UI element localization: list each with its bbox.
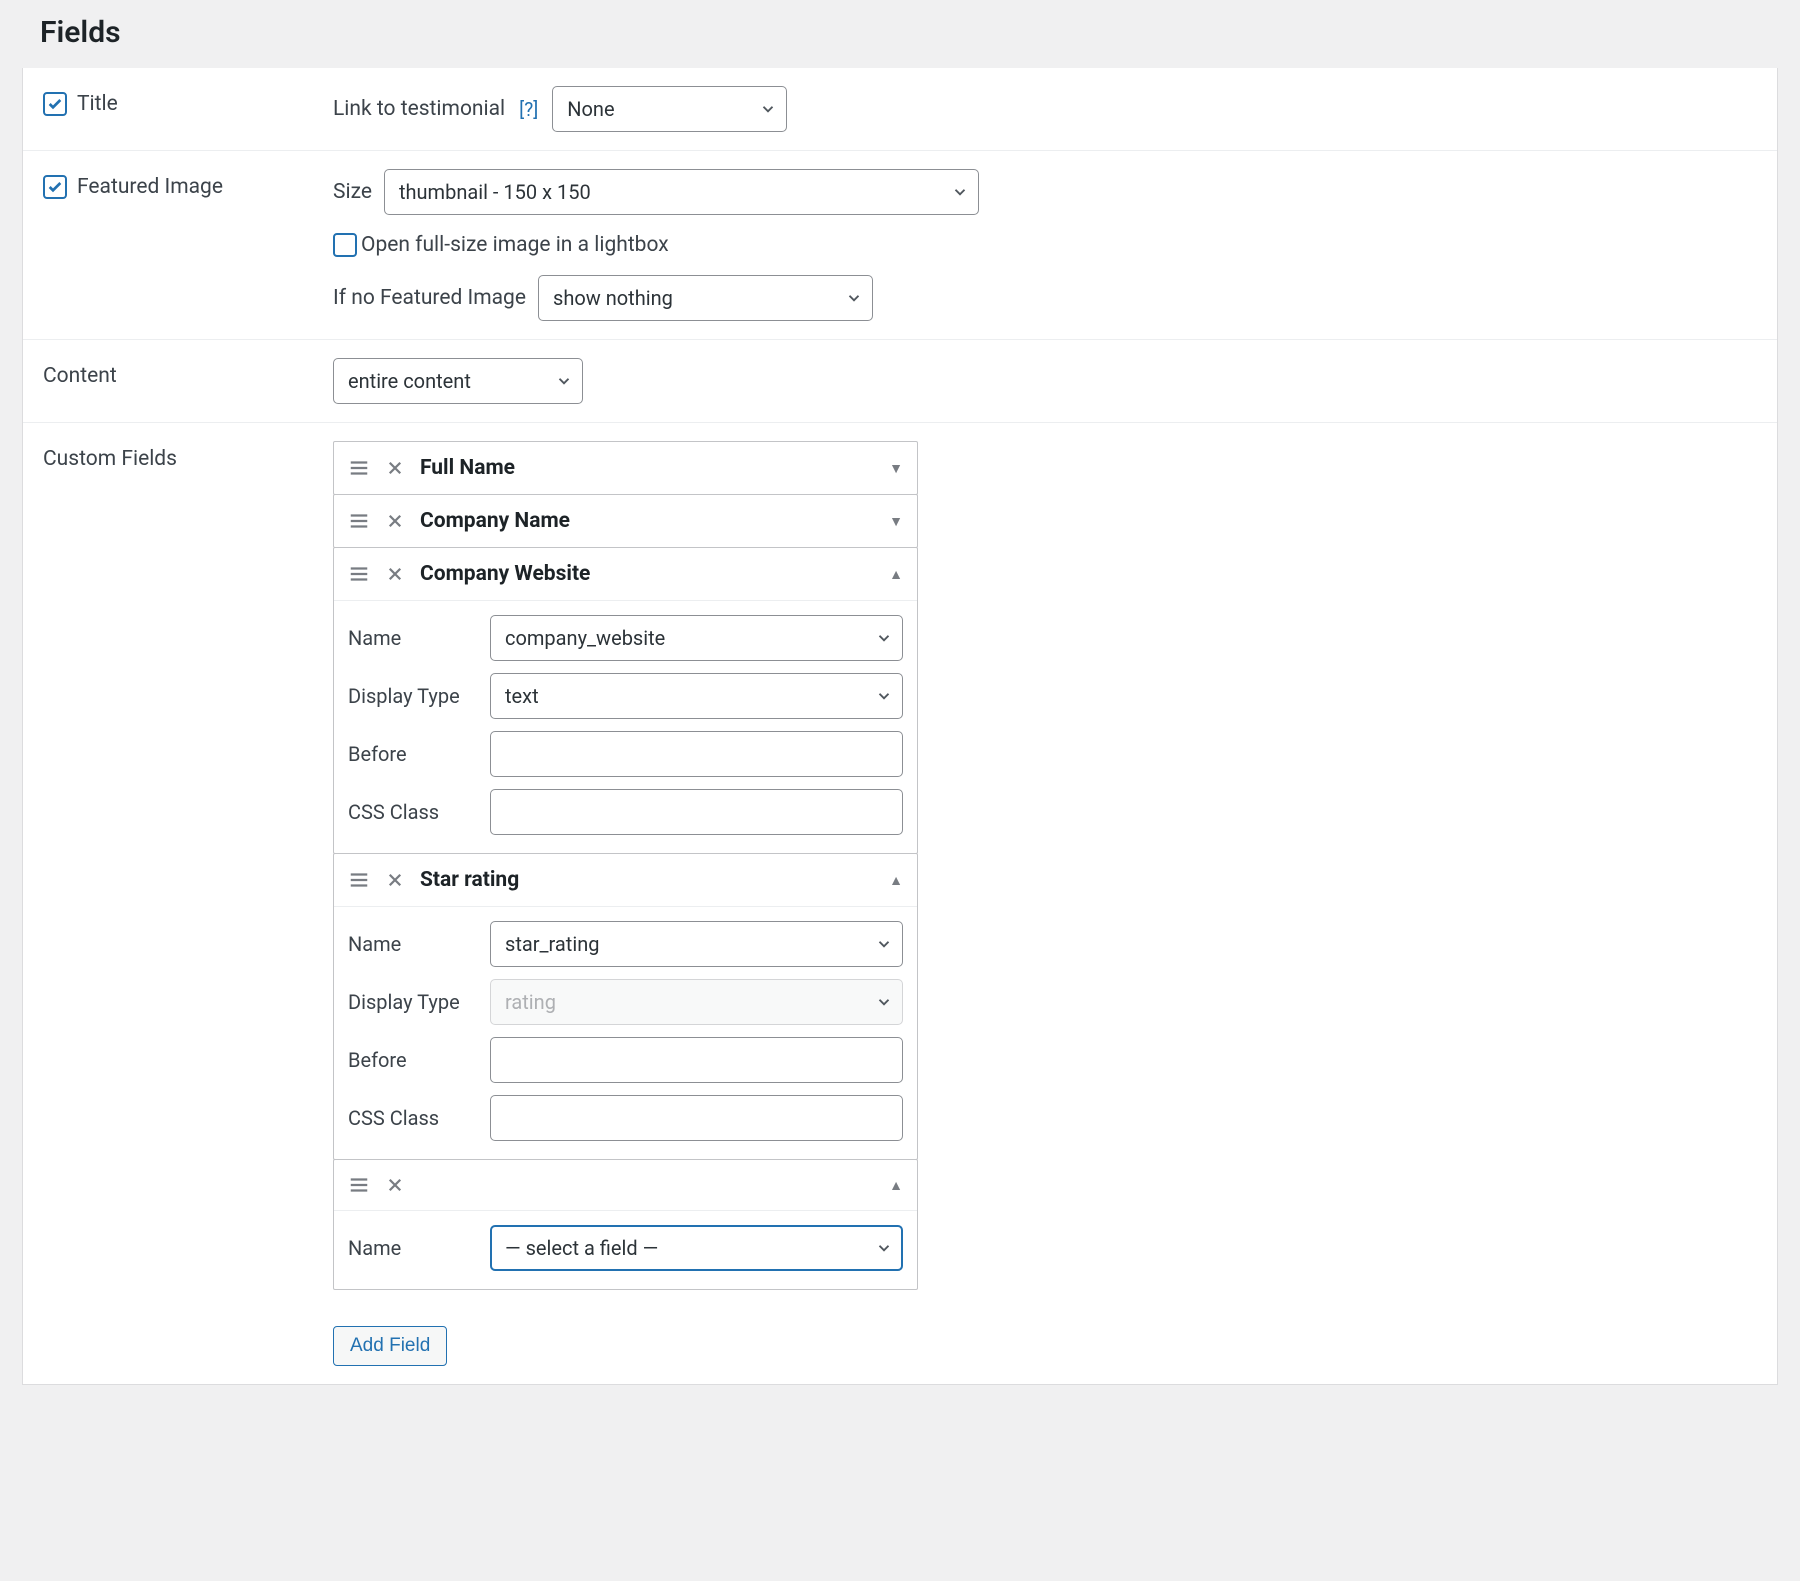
field-name-select[interactable]: star_rating xyxy=(490,921,903,967)
field-name-label: Name xyxy=(348,1236,478,1260)
close-icon xyxy=(386,565,404,583)
help-link[interactable]: [?] xyxy=(517,98,540,121)
collapse-icon[interactable]: ▲ xyxy=(889,1177,903,1194)
close-icon xyxy=(386,1176,404,1194)
close-icon xyxy=(386,871,404,889)
custom-field-title: Star rating xyxy=(420,868,873,892)
content-label: Content xyxy=(43,364,117,388)
drag-handle-icon xyxy=(348,1174,370,1196)
check-icon xyxy=(47,96,63,112)
remove-field-button[interactable] xyxy=(386,565,404,583)
add-field-button[interactable]: Add Field xyxy=(333,1326,447,1366)
css-class-input[interactable] xyxy=(490,1095,903,1141)
drag-handle-icon xyxy=(348,457,370,479)
custom-field-item: Company Name ▼ xyxy=(333,494,918,548)
custom-field-header[interactable]: Company Website ▲ xyxy=(334,548,917,601)
display-type-label: Display Type xyxy=(348,990,478,1014)
featured-image-label: Featured Image xyxy=(77,175,223,199)
fallback-label: If no Featured Image xyxy=(333,286,526,310)
css-class-label: CSS Class xyxy=(348,1106,478,1130)
remove-field-button[interactable] xyxy=(386,871,404,889)
custom-field-header[interactable]: ▲ xyxy=(334,1160,917,1211)
field-name-label: Name xyxy=(348,932,478,956)
custom-fields-list: Full Name ▼ Company Name ▼ Company Website ▲ N… xyxy=(333,441,918,1290)
custom-field-title: Full Name xyxy=(420,456,873,480)
css-class-label: CSS Class xyxy=(348,800,478,824)
size-label: Size xyxy=(333,180,372,204)
row-featured-image: Featured Image Size thumbnail - 150 x 15… xyxy=(23,151,1777,340)
title-label: Title xyxy=(77,92,118,116)
drag-handle[interactable] xyxy=(348,869,370,891)
featured-image-checkbox[interactable] xyxy=(43,175,67,199)
drag-handle[interactable] xyxy=(348,510,370,532)
close-icon xyxy=(386,459,404,477)
custom-fields-label: Custom Fields xyxy=(43,447,177,471)
link-to-testimonial-label: Link to testimonial xyxy=(333,97,505,121)
custom-field-title: Company Website xyxy=(420,562,873,586)
section-title: Fields xyxy=(40,15,1778,50)
title-checkbox[interactable] xyxy=(43,92,67,116)
drag-handle[interactable] xyxy=(348,563,370,585)
drag-handle[interactable] xyxy=(348,1174,370,1196)
custom-field-item: ▲ Name — select a field — xyxy=(333,1159,918,1290)
custom-field-body: Name company_website Display Type text Befor… xyxy=(334,601,917,853)
row-title: Title Link to testimonial [?] None xyxy=(23,68,1777,151)
collapse-icon[interactable]: ▲ xyxy=(889,872,903,889)
field-name-select[interactable]: company_website xyxy=(490,615,903,661)
content-select[interactable]: entire content xyxy=(333,358,583,404)
custom-field-header[interactable]: Star rating ▲ xyxy=(334,854,917,907)
row-content: Content entire content xyxy=(23,340,1777,423)
custom-field-header[interactable]: Full Name ▼ xyxy=(334,442,917,494)
collapse-icon[interactable]: ▲ xyxy=(889,566,903,583)
field-name-label: Name xyxy=(348,626,478,650)
custom-field-body: Name — select a field — xyxy=(334,1211,917,1289)
custom-field-header[interactable]: Company Name ▼ xyxy=(334,495,917,547)
remove-field-button[interactable] xyxy=(386,1176,404,1194)
drag-handle[interactable] xyxy=(348,457,370,479)
display-type-select[interactable]: text xyxy=(490,673,903,719)
drag-handle-icon xyxy=(348,869,370,891)
drag-handle-icon xyxy=(348,563,370,585)
remove-field-button[interactable] xyxy=(386,459,404,477)
css-class-input[interactable] xyxy=(490,789,903,835)
before-label: Before xyxy=(348,742,478,766)
display-type-label: Display Type xyxy=(348,684,478,708)
expand-icon[interactable]: ▼ xyxy=(889,460,903,477)
fallback-select[interactable]: show nothing xyxy=(538,275,873,321)
fields-panel: Title Link to testimonial [?] None Featu… xyxy=(22,68,1778,1385)
before-input[interactable] xyxy=(490,1037,903,1083)
lightbox-label: Open full-size image in a lightbox xyxy=(361,233,669,257)
before-label: Before xyxy=(348,1048,478,1072)
drag-handle-icon xyxy=(348,510,370,532)
custom-field-item: Company Website ▲ Name company_website Displ… xyxy=(333,547,918,854)
size-select[interactable]: thumbnail - 150 x 150 xyxy=(384,169,979,215)
row-custom-fields: Custom Fields Full Name▼Company Name▼Com… xyxy=(23,423,1777,1384)
before-input[interactable] xyxy=(490,731,903,777)
custom-field-item: Full Name ▼ xyxy=(333,441,918,495)
check-icon xyxy=(47,179,63,195)
link-to-testimonial-select[interactable]: None xyxy=(552,86,787,132)
expand-icon[interactable]: ▼ xyxy=(889,513,903,530)
display-type-select: rating xyxy=(490,979,903,1025)
remove-field-button[interactable] xyxy=(386,512,404,530)
custom-field-title: Company Name xyxy=(420,509,873,533)
lightbox-checkbox[interactable] xyxy=(333,233,357,257)
close-icon xyxy=(386,512,404,530)
custom-field-body: Name star_rating Display Type rating Before C… xyxy=(334,907,917,1159)
custom-field-item: Star rating ▲ Name star_rating Display Type r… xyxy=(333,853,918,1160)
field-name-select[interactable]: — select a field — xyxy=(490,1225,903,1271)
